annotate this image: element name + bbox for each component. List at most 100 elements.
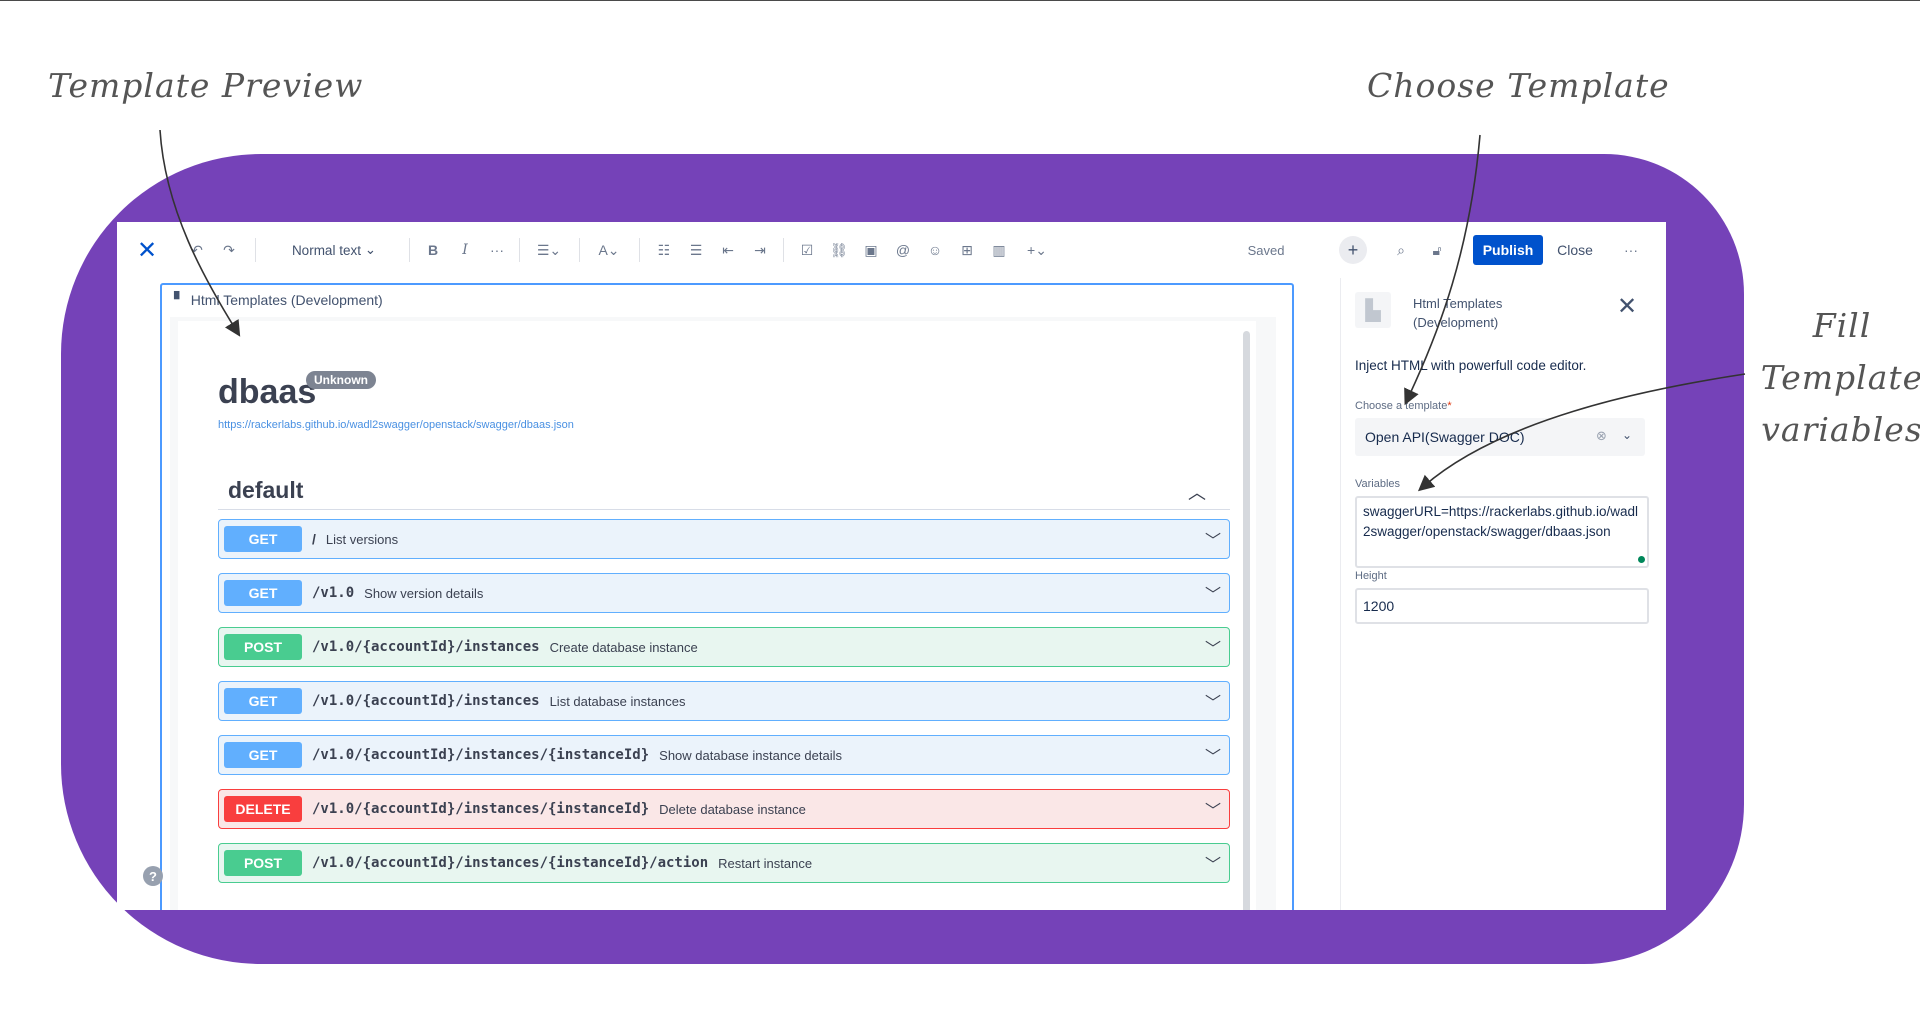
section-title: default <box>228 477 304 503</box>
method-badge: GET <box>224 688 302 714</box>
operation-path: /v1.0 <box>312 585 355 601</box>
operation-row[interactable]: DELETE/v1.0/{accountId}/instances/{insta… <box>218 789 1230 829</box>
overflow-menu-button[interactable]: ··· <box>1619 237 1643 263</box>
more-formatting-button[interactable]: ··· <box>485 237 509 263</box>
annotation-choose-template: Choose Template <box>1367 66 1670 105</box>
operation-path: /v1.0/{accountId}/instances <box>312 639 540 655</box>
annotation-fill-variables: Fill Template variables <box>1757 300 1920 456</box>
table-icon[interactable]: ⊞ <box>955 237 979 263</box>
section-header[interactable]: default ︿ <box>218 471 1230 510</box>
operation-summary: List versions <box>325 531 399 547</box>
swagger-doc: dbaas Unknown https://rackerlabs.github.… <box>178 321 1256 910</box>
undo-icon[interactable]: ↶ <box>185 237 209 263</box>
redo-icon[interactable]: ↷ <box>217 237 241 263</box>
insert-more-icon[interactable]: +⌄ <box>1021 237 1053 263</box>
chevron-down-icon[interactable]: ﹀ <box>1205 581 1221 605</box>
api-title: dbaas <box>218 373 317 411</box>
operation-row[interactable]: POST/v1.0/{accountId}/instances/{instanc… <box>218 843 1230 883</box>
search-icon[interactable]: ⌕ <box>1389 237 1413 263</box>
annotation-fill-line1: Fill <box>1812 306 1872 345</box>
emoji-icon[interactable]: ☺ <box>923 237 947 263</box>
method-badge: GET <box>224 742 302 768</box>
template-select-value: Open API(Swagger DOC) <box>1365 429 1525 445</box>
close-button[interactable]: Close <box>1551 237 1599 263</box>
method-badge: GET <box>224 526 302 552</box>
image-icon[interactable]: ▣ <box>859 237 883 263</box>
chevron-down-icon[interactable]: ﹀ <box>1205 743 1221 767</box>
layout-icon[interactable]: ▥ <box>987 237 1011 263</box>
variables-textarea[interactable]: swaggerURL=https://rackerlabs.github.io/… <box>1355 496 1649 568</box>
saved-status: Saved <box>1247 242 1285 258</box>
operation-summary: Restart instance <box>718 855 813 871</box>
toolbar-divider <box>255 238 256 262</box>
bullet-list-icon[interactable]: ☷ <box>652 237 676 263</box>
text-style-label: Normal text <box>291 242 361 258</box>
operation-summary: Create database instance <box>549 639 698 655</box>
help-icon[interactable]: ? <box>143 866 163 886</box>
toolbar-divider <box>519 238 520 262</box>
operation-row[interactable]: GET/v1.0/{accountId}/instances List datab… <box>218 681 1230 721</box>
editor-screen: ✕ ↶ ↷ Normal text ⌄ B I ··· ☰⌄ A⌄ ☷ ☰ ⇤ … <box>117 222 1666 910</box>
height-field-label: Height <box>1355 570 1387 582</box>
operation-row[interactable]: POST/v1.0/{accountId}/instances Create da… <box>218 627 1230 667</box>
method-badge: POST <box>224 634 302 660</box>
operation-row[interactable]: GET/v1.0 Show version details ﹀ <box>218 573 1230 613</box>
operation-row[interactable]: GET/v1.0/{accountId}/instances/{instance… <box>218 735 1230 775</box>
macro-title: Html Templates (Development) <box>190 291 383 308</box>
chevron-down-icon: ⌄ <box>364 242 377 257</box>
align-dropdown-icon[interactable]: ☰⌄ <box>531 237 567 263</box>
method-badge: POST <box>224 850 302 876</box>
italic-button[interactable]: I <box>453 237 477 263</box>
checkbox-icon[interactable]: ☑ <box>795 237 819 263</box>
mention-icon[interactable]: @ <box>891 237 915 263</box>
outdent-icon[interactable]: ⇤ <box>716 237 740 263</box>
close-icon[interactable]: ✕ <box>1617 292 1637 321</box>
operation-summary: Show database instance details <box>659 747 843 763</box>
operation-row[interactable]: GET / List versions ﹀ <box>218 519 1230 559</box>
annotation-fill-line3: variables <box>1761 410 1920 449</box>
annotation-template-preview: Template Preview <box>48 66 364 105</box>
macro-config-panel: ▙ Html Templates (Development) ✕ Inject … <box>1340 278 1666 910</box>
operation-path: /v1.0/{accountId}/instances <box>312 693 540 709</box>
scrollbar[interactable] <box>1243 331 1250 910</box>
chevron-down-icon[interactable]: ﹀ <box>1205 635 1221 659</box>
toolbar-divider <box>579 238 580 262</box>
chevron-down-icon[interactable]: ﹀ <box>1205 851 1221 875</box>
text-style-dropdown[interactable]: Normal text ⌄ <box>279 237 389 263</box>
bold-button[interactable]: B <box>421 237 445 263</box>
operation-summary: Show version details <box>364 585 484 601</box>
template-field-label: Choose a template* <box>1355 400 1452 412</box>
publish-button[interactable]: Publish <box>1473 235 1543 265</box>
macro-icon: ▙ <box>1355 292 1391 328</box>
page-icon: ▘ <box>174 291 185 307</box>
chevron-down-icon[interactable]: ⌄ <box>1622 428 1632 442</box>
numbered-list-icon[interactable]: ☰ <box>684 237 708 263</box>
operation-path: /v1.0/{accountId}/instances/{instanceId}… <box>312 855 709 871</box>
required-marker: * <box>1447 400 1452 412</box>
macro-iframe: dbaas Unknown https://rackerlabs.github.… <box>170 317 1276 910</box>
panel-title: Html Templates (Development) <box>1413 296 1503 330</box>
api-spec-link[interactable]: https://rackerlabs.github.io/wadl2swagge… <box>218 419 574 431</box>
operation-summary: Delete database instance <box>659 801 806 817</box>
add-button[interactable]: + <box>1339 236 1367 264</box>
chevron-down-icon[interactable]: ﹀ <box>1205 689 1221 713</box>
method-badge: GET <box>224 580 302 606</box>
clear-icon[interactable]: ⊗ <box>1596 428 1607 444</box>
toolbar-divider <box>409 238 410 262</box>
toolbar-divider <box>783 238 784 262</box>
confluence-logo-icon[interactable]: ✕ <box>133 237 161 264</box>
link-icon[interactable]: ⛓ <box>827 237 851 263</box>
chevron-down-icon[interactable]: ﹀ <box>1205 797 1221 821</box>
variables-value: swaggerURL=https://rackerlabs.github.io/… <box>1363 504 1639 539</box>
macro-preview[interactable]: ▘ Html Templates (Development) dbaas Unk… <box>160 283 1294 910</box>
restrictions-icon[interactable]: 🔓︎ <box>1425 237 1449 263</box>
indent-icon[interactable]: ⇥ <box>748 237 772 263</box>
top-border <box>0 0 1920 1</box>
chevron-down-icon[interactable]: ﹀ <box>1205 527 1221 551</box>
template-select[interactable]: Open API(Swagger DOC) ⊗ ⌄ <box>1355 418 1645 456</box>
toolbar-divider <box>639 238 640 262</box>
text-color-icon[interactable]: A⌄ <box>591 237 627 263</box>
height-input[interactable]: 1200 <box>1355 588 1649 624</box>
chevron-up-icon[interactable]: ︿ <box>1188 479 1206 505</box>
template-label-text: Choose a template <box>1355 400 1448 412</box>
